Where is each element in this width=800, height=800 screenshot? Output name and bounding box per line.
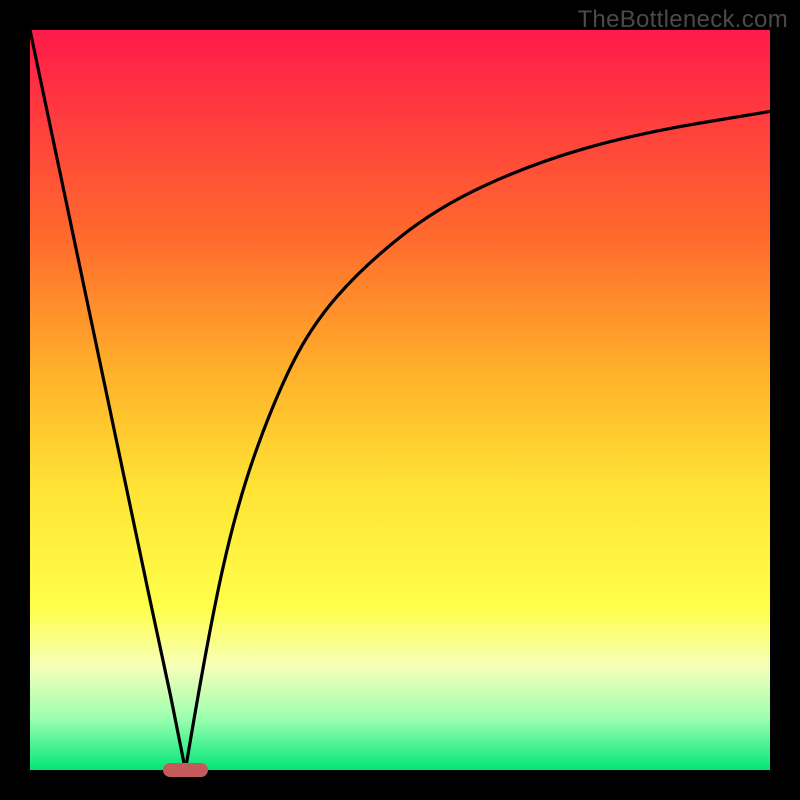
curve-left-branch: [30, 30, 185, 770]
bottleneck-curve: [30, 30, 770, 770]
chart-frame: TheBottleneck.com: [0, 0, 800, 800]
watermark-text: TheBottleneck.com: [577, 6, 788, 34]
optimal-marker: [163, 763, 207, 777]
curve-right-branch: [185, 111, 770, 770]
